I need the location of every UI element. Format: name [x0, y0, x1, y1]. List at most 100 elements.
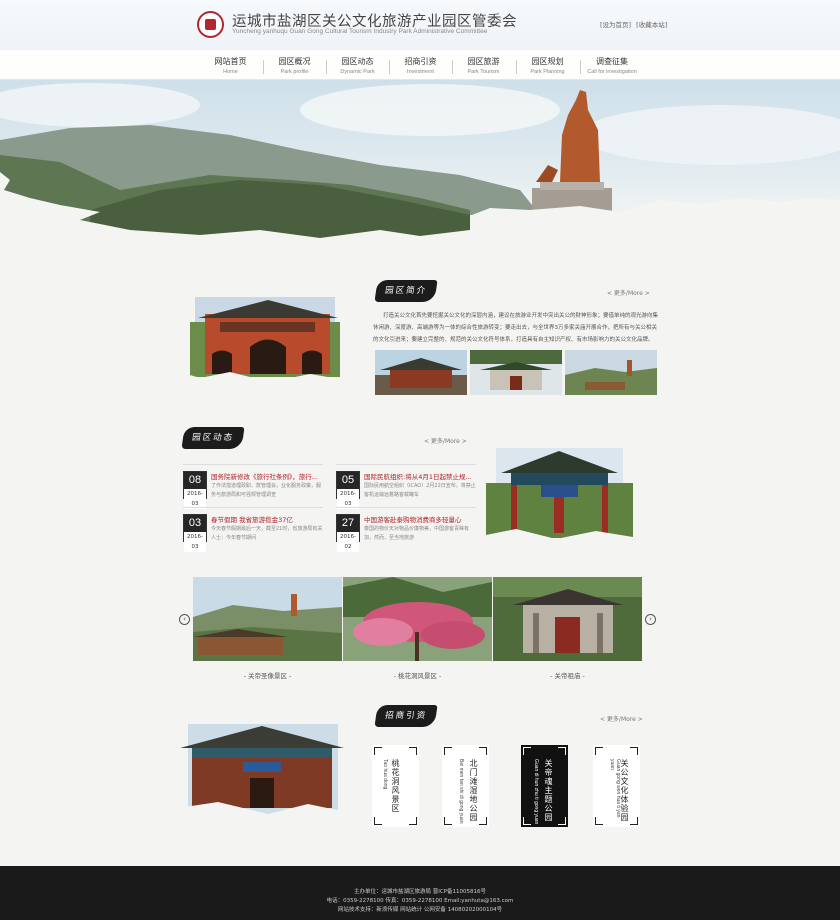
date-day: 27 [337, 515, 359, 532]
nav-sublabel: Park Planning [530, 69, 565, 75]
news-item[interactable]: 03 2016-03 春节假期 我省旅游揽金37亿 今天春节假期最后一天，截至2… [183, 514, 323, 554]
card-title: 关帝魂主题公园 [544, 759, 553, 822]
footer-contact: 电话：0359-2278100 传真：0359-2278100 Email:ya… [326, 898, 514, 904]
date-month: 2016-03 [184, 489, 206, 509]
footer-support: 网站技术支持：新浪传媒 网站统计 公网安备 14080202000104号 [337, 907, 503, 913]
news-feature-photo[interactable] [486, 443, 633, 546]
corner-ornament [523, 747, 531, 755]
corner-ornament [479, 747, 487, 755]
investment-card-guandihun[interactable]: 关帝魂主题公园 Guan di hun zhu ti gong yuan [521, 745, 568, 827]
statue-scenic-illustration [193, 577, 342, 661]
nav-label: 园区旅游 [467, 57, 500, 66]
card-title: 北门滩湿地公园 [469, 759, 478, 822]
investment-card-guangong-experience[interactable]: 关公文化体验园 Guan gong wen hua ti yan yuan [593, 745, 640, 827]
banner-landscape-illustration [0, 83, 840, 260]
carousel-slide-2[interactable] [343, 577, 492, 661]
investment-card-taohuadong[interactable]: 桃花洞风景区 Tao hua dong [372, 745, 419, 827]
intro-thumb-3[interactable] [565, 350, 657, 395]
carousel-caption: - 桃花洞风景区 - [393, 672, 442, 680]
carousel-slide-1[interactable] [193, 577, 342, 661]
news-title[interactable]: 中国游客赴泰购物消费商多轻量心 [364, 514, 476, 524]
news-item[interactable]: 27 2016-02 中国游客赴泰购物消费商多轻量心 泰国的物价天对物品价廉物美… [336, 514, 476, 554]
ancestral-temple-illustration [493, 577, 642, 661]
nav-item-park-profile[interactable]: 园区概况 Park profile [263, 56, 326, 75]
corner-ornament [595, 747, 603, 755]
card-pinyin: Guan di hun zhu ti gong yuan [533, 759, 539, 825]
nav-item-park-planning[interactable]: 园区规划 Park Planning [516, 56, 579, 75]
news-divider [336, 507, 476, 508]
news-summary: 国际民用航空组织（ICAO）2月22日宣布，将禁止客机运输远着路客载罐车 [364, 483, 476, 498]
news-summary: 今天春节假期最后一天，截至21时，省旅游局有关人士：今年春节期间 [211, 526, 323, 541]
news-more-link[interactable]: < 更多/More > [424, 436, 467, 445]
main-nav: 网站首页 Home 园区概况 Park profile 园区动态 Dynamic… [0, 50, 840, 80]
section-title-investment: 招商引资 [374, 705, 438, 727]
footer-sponsor: 主办单位：运城市盐湖区旅游局 晋ICP备11005816号 [353, 889, 487, 895]
news-title[interactable]: 国务院新修改《旅行社条例》，旅行... [211, 471, 323, 481]
peach-blossom-illustration [343, 577, 492, 661]
date-day: 05 [337, 472, 359, 489]
news-divider [336, 464, 476, 465]
date-month: 2016-03 [337, 489, 359, 509]
header: 运城市盐湖区关公文化旅游产业园区管委会 Yuncheng yanhuqu Gua… [0, 0, 840, 50]
nav-label: 招商引资 [404, 57, 437, 66]
news-title[interactable]: 春节假期 我省旅游揽金37亿 [211, 514, 323, 524]
set-homepage-link[interactable]: [设为首页] [600, 21, 631, 29]
carousel-prev-button[interactable]: ‹ [179, 614, 190, 625]
carousel-caption: - 关帝圣像景区 - [243, 672, 292, 680]
nav-label: 网站首页 [214, 57, 247, 66]
investment-temple-photo[interactable] [178, 720, 346, 825]
intro-more-link[interactable]: < 更多/More > [607, 288, 650, 297]
nav-sublabel: Park Tourism [467, 69, 500, 75]
corner-ornament [558, 747, 566, 755]
carousel-next-button[interactable]: › [645, 614, 656, 625]
date-day: 03 [184, 515, 206, 532]
pavilion-thumbnail [375, 350, 467, 395]
date-badge: 08 2016-03 [183, 471, 207, 509]
nav-item-investigation[interactable]: 调查征集 Call for investigation [572, 56, 652, 75]
nav-sublabel: Investment [407, 69, 434, 75]
nav-sublabel: Dynamic Park [340, 69, 375, 75]
news-divider [183, 464, 323, 465]
nav-item-dynamic-park[interactable]: 园区动态 Dynamic Park [326, 56, 389, 75]
news-divider [183, 507, 323, 508]
nav-sublabel: Call for investigation [587, 69, 637, 75]
bookmark-link[interactable]: [收藏本站] [636, 21, 667, 29]
news-title[interactable]: 国际民航组织:将从4月1日起禁止规... [364, 471, 476, 481]
card-pinyin: Tao hua dong [382, 759, 388, 790]
investment-card-beimentan[interactable]: 北门滩湿地公园 Bei men tan shi di gong yuan [442, 745, 489, 827]
intro-thumb-1[interactable] [375, 350, 467, 395]
news-item[interactable]: 08 2016-03 国务院新修改《旅行社条例》，旅行... 了作法措道理政职、… [183, 471, 323, 511]
logo-seal-icon[interactable] [197, 11, 224, 38]
statue-thumbnail [565, 350, 657, 395]
nav-item-home[interactable]: 网站首页 Home [199, 56, 262, 75]
nav-item-park-tourism[interactable]: 园区旅游 Park Tourism [452, 56, 515, 75]
intro-thumb-2[interactable] [470, 350, 562, 395]
top-links: [设为首页] [收藏本站] [600, 19, 670, 29]
archway-illustration [486, 443, 633, 546]
corner-ornament [630, 817, 638, 825]
date-badge: 03 2016-03 [183, 514, 207, 552]
news-item[interactable]: 05 2016-03 国际民航组织:将从4月1日起禁止规... 国际民用航空组织… [336, 471, 476, 511]
gate-thumbnail [470, 350, 562, 395]
intro-temple-photo[interactable] [180, 292, 345, 392]
section-title-news: 园区动态 [181, 427, 245, 449]
site-subtitle: Yuncheng yanhuqu Guan Gong Cultural Tour… [232, 28, 488, 35]
card-pinyin: Guan gong wen hua ti yan yuan [609, 759, 621, 818]
date-day: 08 [184, 472, 206, 489]
intro-paragraph: 打造关公文化首先要挖掘关公文化的深层内涵，建议在旅游业开发中突出关公的财神形象；… [373, 313, 659, 343]
corner-ornament [444, 747, 452, 755]
corner-ornament [374, 817, 382, 825]
corner-ornament [409, 747, 417, 755]
news-summary: 泰国的物价天对物品价廉物美，中国游客青睐有加，然而，至当地旅游 [364, 526, 470, 541]
card-title: 桃花洞风景区 [391, 759, 400, 813]
carousel-caption: - 关帝祖庙 - [550, 672, 585, 680]
investment-more-link[interactable]: < 更多/More > [600, 714, 643, 723]
date-badge: 27 2016-02 [336, 514, 360, 552]
date-badge: 05 2016-03 [336, 471, 360, 509]
nav-item-investment[interactable]: 招商引资 Investment [389, 56, 452, 75]
corner-ornament [630, 747, 638, 755]
carousel-slide-3[interactable] [493, 577, 642, 661]
nav-label: 调查征集 [596, 57, 628, 66]
nav-sublabel: Park profile [280, 69, 309, 75]
temple-gate-illustration [180, 292, 345, 392]
